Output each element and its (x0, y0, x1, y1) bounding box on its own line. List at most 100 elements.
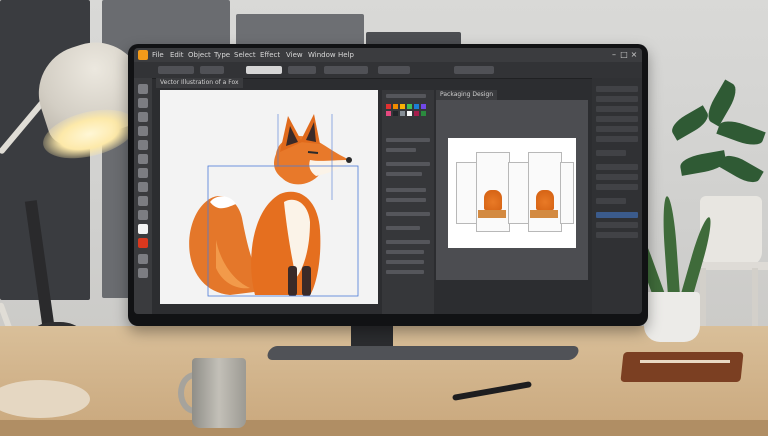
menu-edit[interactable]: Edit (170, 50, 184, 60)
layer-row[interactable] (596, 96, 638, 102)
panel-row[interactable] (386, 260, 424, 264)
color-swatch[interactable] (414, 104, 419, 109)
panel-row[interactable] (386, 188, 426, 192)
layer-row[interactable] (596, 106, 638, 112)
menu-view[interactable]: View (286, 50, 303, 60)
dieline-panel (508, 162, 530, 224)
panel-row[interactable] (386, 148, 416, 152)
layer-row[interactable] (596, 174, 638, 180)
selection-tool-icon[interactable] (138, 84, 148, 94)
package-fox-art (536, 190, 554, 210)
brush-tool-icon[interactable] (138, 168, 148, 178)
menu-help[interactable]: Help (338, 50, 354, 60)
layer-row[interactable] (596, 136, 638, 142)
fox-illustration (189, 114, 359, 297)
control-chip[interactable] (454, 66, 494, 74)
monitor-stand-foot (265, 346, 581, 360)
fox-nose (346, 157, 352, 163)
control-chip[interactable] (288, 66, 316, 74)
fox-leg (302, 266, 311, 296)
layer-row[interactable] (596, 232, 638, 238)
panel-row[interactable] (386, 250, 424, 254)
control-chip[interactable] (158, 66, 194, 74)
color-swatch[interactable] (400, 111, 405, 116)
maximize-icon[interactable]: □ (620, 51, 628, 59)
desk-edge (0, 420, 768, 436)
layer-row[interactable] (596, 86, 638, 92)
package-fox-art (484, 190, 502, 210)
fox-muzzle (309, 160, 350, 176)
control-chip[interactable] (378, 66, 410, 74)
layer-row[interactable] (596, 116, 638, 122)
color-swatch[interactable] (421, 111, 426, 116)
leather-notebook (620, 352, 744, 382)
package-art-ground (530, 210, 558, 218)
layer-row[interactable] (596, 164, 638, 170)
document-tab[interactable]: Vector Illustration of a Fox (156, 78, 243, 88)
color-swatch[interactable] (393, 104, 398, 109)
zoom-tool-icon[interactable] (138, 268, 148, 278)
artboard-packaging[interactable] (448, 138, 576, 248)
stroke-swatch-icon[interactable] (138, 238, 148, 248)
fox-eye (307, 151, 319, 154)
menu-object[interactable]: Object (188, 50, 211, 60)
control-dropdown[interactable] (246, 66, 282, 74)
layer-row[interactable] (596, 222, 638, 228)
color-swatch[interactable] (386, 104, 391, 109)
menu-select[interactable]: Select (234, 50, 256, 60)
minimize-icon[interactable]: – (610, 51, 618, 59)
color-swatch[interactable] (414, 111, 419, 116)
panel-header[interactable] (386, 94, 426, 98)
panel-row[interactable] (386, 138, 430, 142)
gradient-tool-icon[interactable] (138, 210, 148, 220)
panel-row[interactable] (386, 240, 430, 244)
dieline-panel (560, 162, 574, 224)
color-swatch[interactable] (407, 104, 412, 109)
layers-panel (592, 78, 642, 314)
layer-row[interactable] (596, 126, 638, 132)
package-art-ground (478, 210, 506, 218)
document-tab-2[interactable]: Packaging Design (436, 90, 498, 100)
color-swatch[interactable] (386, 111, 391, 116)
fill-swatch-icon[interactable] (138, 224, 148, 234)
panel-row[interactable] (386, 198, 426, 202)
panel-tab[interactable] (596, 150, 626, 156)
monitor-screen: File Edit Object Type Select Effect View… (134, 48, 642, 314)
notebook-band (640, 360, 730, 363)
menu-file[interactable]: File (152, 50, 164, 60)
menu-bar: File Edit Object Type Select Effect View… (134, 48, 642, 62)
menu-window[interactable]: Window (308, 50, 336, 60)
dieline-panel (456, 162, 478, 224)
line-tool-icon[interactable] (138, 140, 148, 150)
tools-panel (134, 78, 152, 314)
rotate-tool-icon[interactable] (138, 182, 148, 192)
panel-row[interactable] (386, 212, 430, 216)
layer-row[interactable] (596, 184, 638, 190)
menu-type[interactable]: Type (214, 50, 230, 60)
layer-row-selected[interactable] (596, 212, 638, 218)
plant-pot-small (644, 292, 700, 342)
pen-tool-icon[interactable] (138, 112, 148, 122)
panel-row[interactable] (386, 226, 420, 230)
app-logo-icon (138, 50, 148, 60)
control-chip[interactable] (200, 66, 224, 74)
color-swatch[interactable] (407, 111, 412, 116)
panel-row[interactable] (386, 270, 424, 274)
scale-tool-icon[interactable] (138, 196, 148, 206)
artboard-fox[interactable] (160, 90, 378, 304)
fox-leg (288, 266, 297, 296)
color-swatch[interactable] (421, 104, 426, 109)
panel-row[interactable] (386, 172, 422, 176)
close-icon[interactable]: × (630, 51, 638, 59)
menu-effect[interactable]: Effect (260, 50, 280, 60)
color-swatch[interactable] (393, 111, 398, 116)
hand-tool-icon[interactable] (138, 254, 148, 264)
control-chip[interactable] (324, 66, 368, 74)
rectangle-tool-icon[interactable] (138, 154, 148, 164)
color-swatch[interactable] (400, 104, 405, 109)
panel-row[interactable] (386, 162, 430, 166)
panel-tab[interactable] (596, 198, 626, 204)
type-tool-icon[interactable] (138, 126, 148, 136)
coffee-mug (192, 358, 246, 428)
direct-selection-tool-icon[interactable] (138, 98, 148, 108)
